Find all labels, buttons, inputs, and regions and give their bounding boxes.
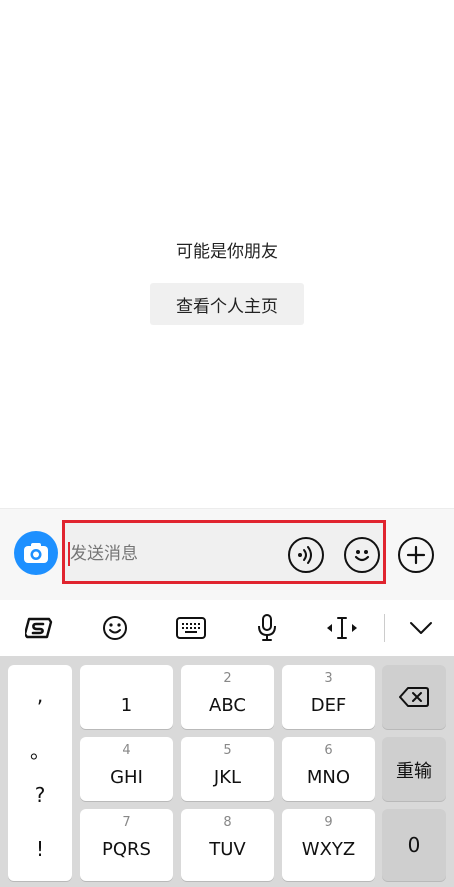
- key-5-jkl[interactable]: 5 JKL: [181, 737, 274, 801]
- plus-button[interactable]: [398, 537, 434, 573]
- plus-icon: [406, 545, 426, 565]
- symbol-key-question[interactable]: ?: [8, 783, 72, 807]
- toolbar-divider: [384, 614, 385, 642]
- text-caret: [68, 542, 70, 566]
- symbol-key-comma[interactable]: ,: [8, 683, 72, 707]
- symbol-key-period[interactable]: 。: [8, 735, 72, 764]
- toolbar-emoji-button[interactable]: [98, 612, 132, 644]
- key-1[interactable]: 1: [80, 665, 173, 729]
- keyboard-toolbar: [0, 600, 454, 656]
- chevron-down-icon: [410, 622, 432, 634]
- symbol-column[interactable]: , 。 ? !: [8, 665, 72, 881]
- retype-key[interactable]: 重输: [382, 737, 446, 801]
- key-9-wxyz[interactable]: 9 WXYZ: [282, 809, 375, 881]
- emoji-button[interactable]: [344, 537, 380, 573]
- key-2-abc[interactable]: 2 ABC: [181, 665, 274, 729]
- toolbar-keyboard-button[interactable]: [174, 612, 208, 644]
- message-input[interactable]: [66, 534, 270, 574]
- emoji-icon: [354, 550, 370, 562]
- voice-icon: [298, 546, 312, 564]
- toolbar-voice-input-button[interactable]: [250, 612, 284, 644]
- sogou-logo-button[interactable]: [22, 612, 56, 644]
- key-6-mno[interactable]: 6 MNO: [282, 737, 375, 801]
- camera-button[interactable]: [14, 531, 58, 575]
- emoji-icon: [103, 616, 127, 640]
- key-0[interactable]: 0: [382, 809, 446, 881]
- symbol-key-exclamation[interactable]: !: [8, 837, 72, 861]
- backspace-key[interactable]: [382, 665, 446, 729]
- friend-suggestion-text: 可能是你朋友: [176, 242, 278, 262]
- key-7-pqrs[interactable]: 7 PQRS: [80, 809, 173, 881]
- microphone-icon: [258, 614, 276, 641]
- toolbar-cursor-button[interactable]: [325, 612, 359, 644]
- view-profile-button[interactable]: 查看个人主页: [150, 283, 304, 325]
- sogou-logo-icon: [25, 617, 53, 639]
- backspace-icon: [399, 687, 429, 707]
- key-3-def[interactable]: 3 DEF: [282, 665, 375, 729]
- voice-button[interactable]: [288, 537, 324, 573]
- key-8-tuv[interactable]: 8 TUV: [181, 809, 274, 881]
- keyboard-icon: [176, 617, 206, 639]
- hide-keyboard-button[interactable]: [404, 612, 438, 644]
- key-4-ghi[interactable]: 4 GHI: [80, 737, 173, 801]
- cursor-move-icon: [327, 617, 357, 639]
- camera-icon: [24, 543, 48, 563]
